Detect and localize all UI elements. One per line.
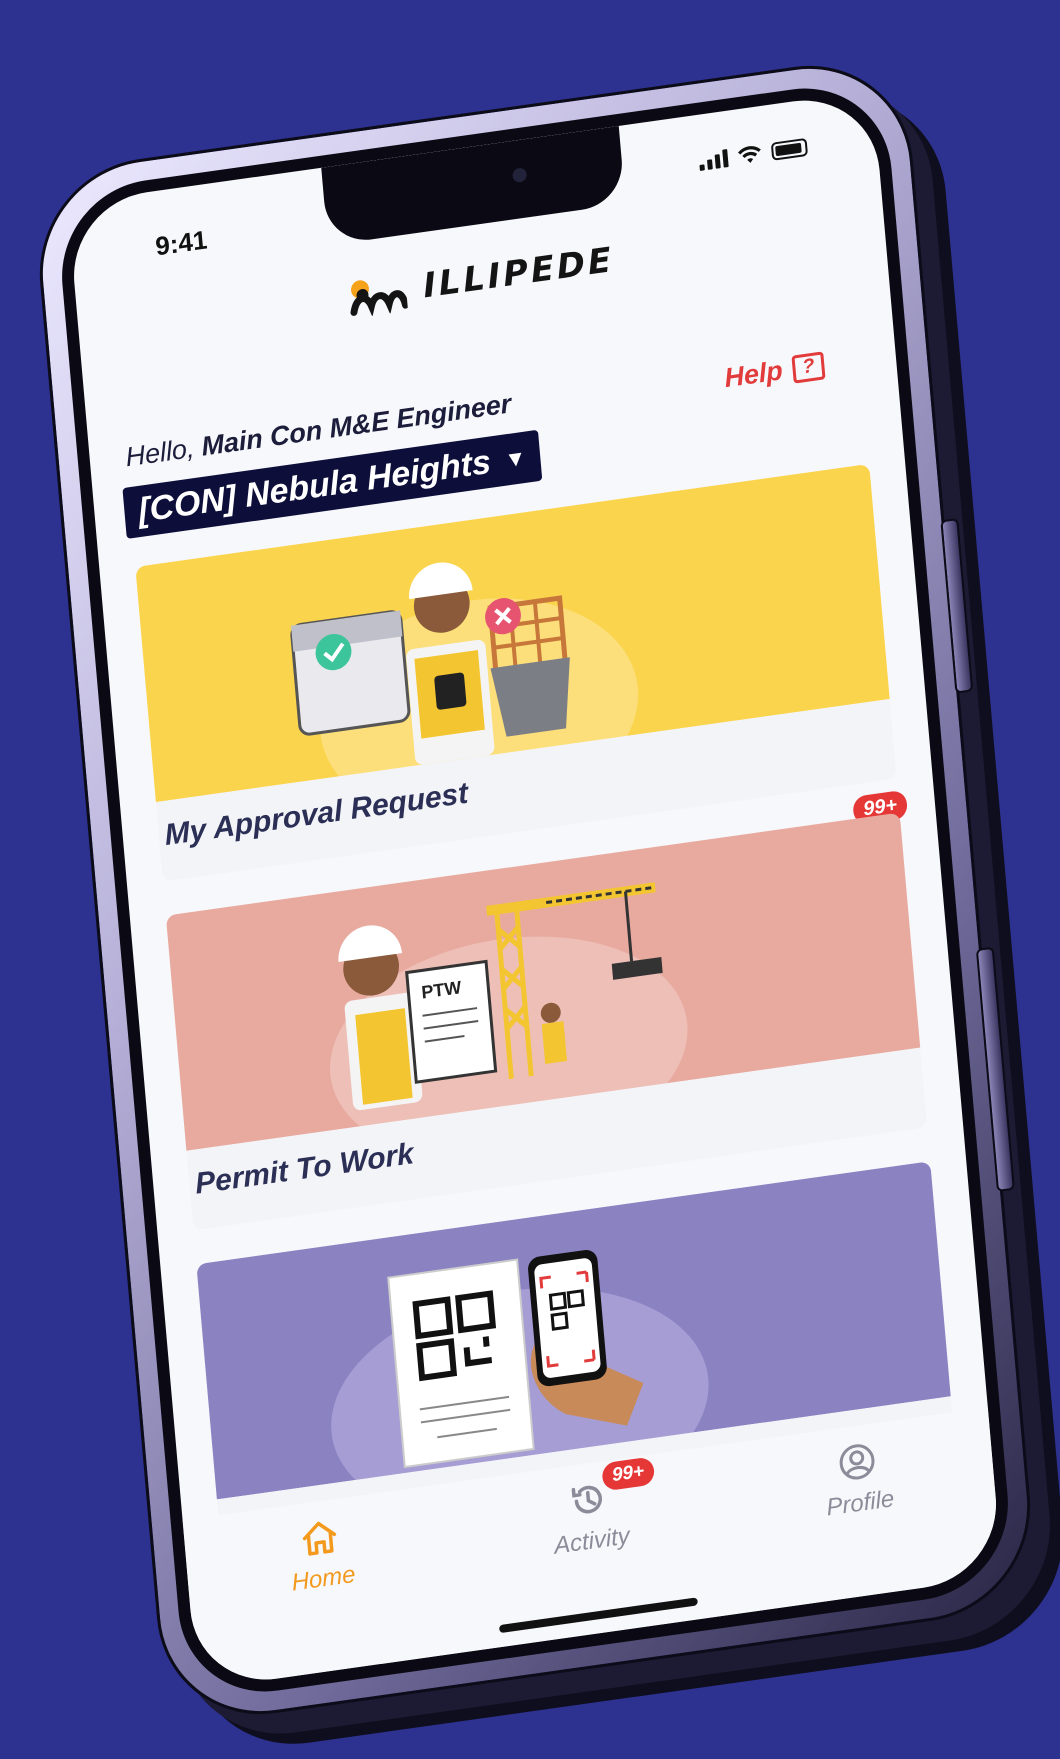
help-icon: ? — [791, 350, 826, 384]
notification-badge: 99+ — [600, 1456, 656, 1492]
app-screen: 9:41 ILLIPEDE Hello, Main Con M&E Engine… — [67, 90, 1003, 1690]
home-icon — [303, 1521, 337, 1556]
history-icon — [571, 1485, 602, 1514]
help-label: Help — [723, 355, 784, 394]
status-time: 9:41 — [154, 224, 209, 262]
tab-label: Activity — [553, 1522, 631, 1560]
help-button[interactable]: Help ? — [723, 349, 826, 394]
phone-mockup: 9:41 ILLIPEDE Hello, Main Con M&E Engine… — [30, 51, 1040, 1729]
card-permit-to-work[interactable]: 99+ PTW Permit To Work — [165, 789, 928, 1231]
card-label: Permit To Work — [193, 1137, 415, 1201]
profile-icon — [839, 1444, 875, 1480]
battery-icon — [770, 137, 809, 161]
camera-dot — [512, 167, 528, 184]
signal-icon — [698, 149, 729, 171]
caret-down-icon: ▼ — [503, 444, 528, 473]
millipede-logo-icon — [350, 279, 409, 317]
status-icons — [698, 137, 809, 171]
tab-profile[interactable]: Profile — [766, 1429, 951, 1530]
logo-text: ILLIPEDE — [421, 239, 616, 307]
tab-label: Profile — [825, 1485, 896, 1522]
card-approval-request[interactable]: My Approval Request — [135, 463, 897, 882]
tab-home[interactable]: Home — [229, 1505, 414, 1606]
tab-label: Home — [290, 1560, 357, 1597]
wifi-icon — [737, 146, 761, 163]
greeting-prefix: Hello, — [124, 431, 203, 473]
tab-activity[interactable]: 99+ Activity — [497, 1456, 682, 1568]
